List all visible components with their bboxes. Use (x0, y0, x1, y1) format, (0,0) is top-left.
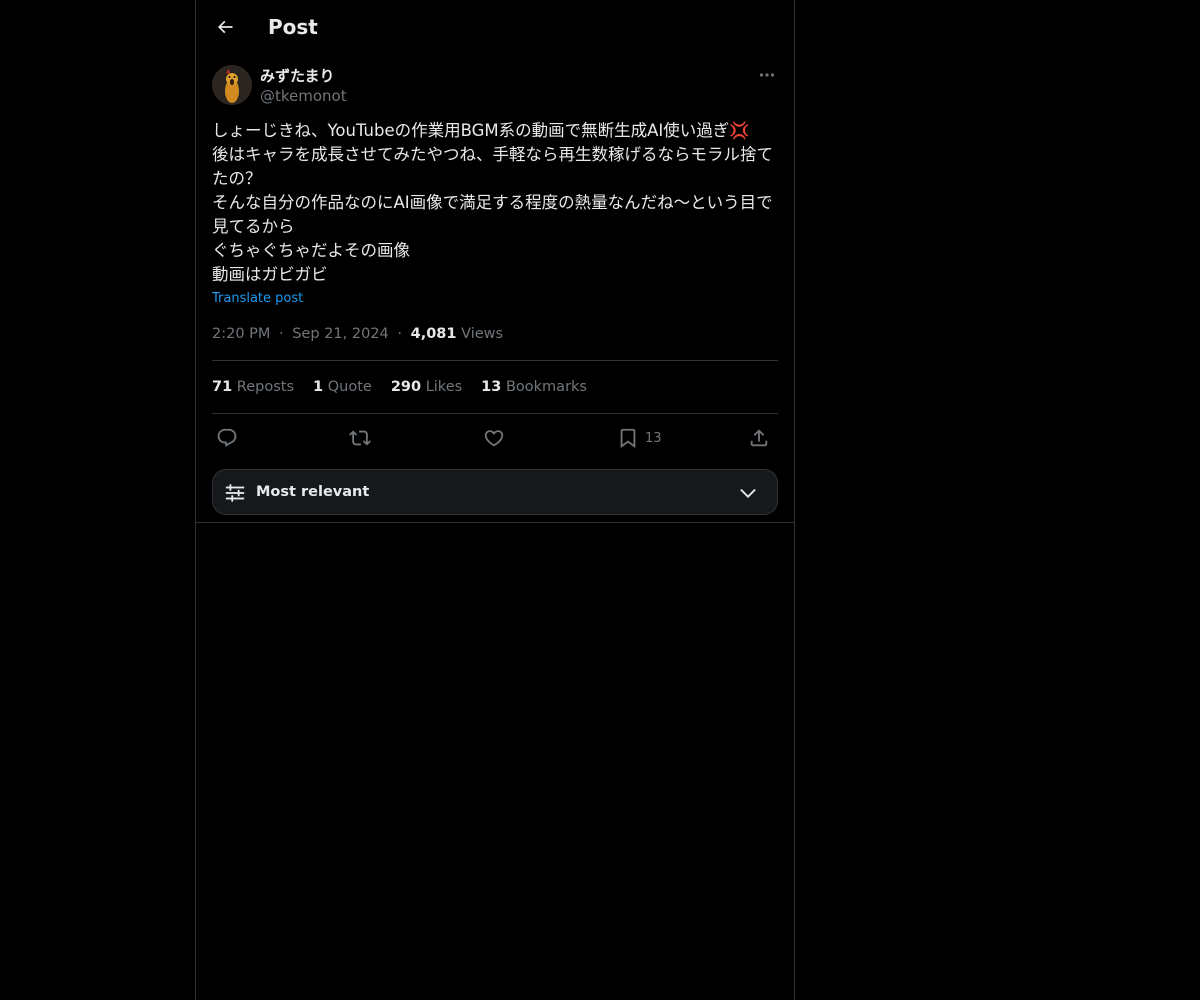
bookmark-button[interactable]: 13 (617, 425, 662, 451)
sliders-icon (224, 482, 246, 504)
post-column: Post みずたまり @tkemonot しょーじきね、YouTubeの作業用B… (195, 0, 795, 1000)
separator: · (279, 326, 284, 342)
reposts-count: 71 (212, 379, 233, 395)
reposts-stat[interactable]: 71 Reposts (212, 377, 294, 397)
reposts-label: Reposts (236, 379, 295, 395)
translate-post-link[interactable]: Translate post (212, 290, 303, 308)
share-icon (748, 427, 770, 449)
more-horizontal-icon (759, 72, 775, 78)
back-button[interactable] (208, 10, 242, 44)
divider (196, 522, 794, 523)
post-actions: 13 (212, 423, 778, 453)
author-handle[interactable]: @tkemonot (260, 86, 347, 106)
quotes-stat[interactable]: 1 Quote (313, 377, 372, 397)
reply-icon (216, 427, 238, 449)
reply-sort-dropdown[interactable]: Most relevant (212, 469, 778, 515)
page-header: Post (196, 0, 794, 53)
avatar[interactable] (212, 65, 252, 105)
divider (212, 360, 778, 361)
bookmarks-stat[interactable]: 13 Bookmarks (481, 377, 587, 397)
post-stats: 71 Reposts 1 Quote 290 Likes 13 Bookmark… (212, 377, 587, 397)
bookmark-icon (617, 427, 639, 449)
likes-stat[interactable]: 290 Likes (391, 377, 462, 397)
bookmark-count: 13 (645, 430, 662, 446)
sort-label: Most relevant (256, 484, 370, 500)
post-author: みずたまり @tkemonot (212, 65, 778, 109)
post-metadata: 2:20 PM · Sep 21, 2024 · 4,081 Views (212, 324, 503, 344)
quotes-count: 1 (313, 379, 324, 395)
divider (212, 413, 778, 414)
like-button[interactable] (483, 425, 505, 451)
post-text-line: しょーじきね、YouTubeの作業用BGM系の動画で無断生成AI使い過ぎ💢 (212, 121, 750, 140)
chevron-down-icon (737, 482, 759, 504)
repost-icon (349, 427, 371, 449)
post-date[interactable]: Sep 21, 2024 (292, 326, 389, 342)
views-label: Views (461, 326, 504, 342)
likes-label: Likes (425, 379, 463, 395)
post-text: しょーじきね、YouTubeの作業用BGM系の動画で無断生成AI使い過ぎ💢 後は… (212, 119, 778, 287)
post-text-line: そんな自分の作品なのにAI画像で満足する程度の熱量なんだね〜という目で見てるから (212, 193, 773, 236)
reply-button[interactable] (216, 425, 238, 451)
arrow-left-icon (215, 17, 235, 37)
page-title: Post (268, 15, 318, 39)
post-text-line: ぐちゃぐちゃだよその画像 (212, 241, 410, 260)
author-display-name[interactable]: みずたまり (260, 66, 335, 86)
bookmarks-count: 13 (481, 379, 502, 395)
more-options-button[interactable] (756, 65, 778, 85)
repost-button[interactable] (349, 425, 371, 451)
heart-icon (483, 427, 505, 449)
post-time[interactable]: 2:20 PM (212, 326, 270, 342)
separator: · (397, 326, 402, 342)
views-count: 4,081 (410, 326, 457, 342)
quotes-label: Quote (327, 379, 372, 395)
bookmarks-label: Bookmarks (505, 379, 587, 395)
likes-count: 290 (390, 379, 422, 395)
post-text-line: 後はキャラを成長させてみたやつね、手軽なら再生数稼げるならモラル捨てたの？ (212, 145, 773, 188)
share-button[interactable] (748, 425, 770, 451)
post-text-line: 動画はガビガビ (212, 265, 328, 284)
